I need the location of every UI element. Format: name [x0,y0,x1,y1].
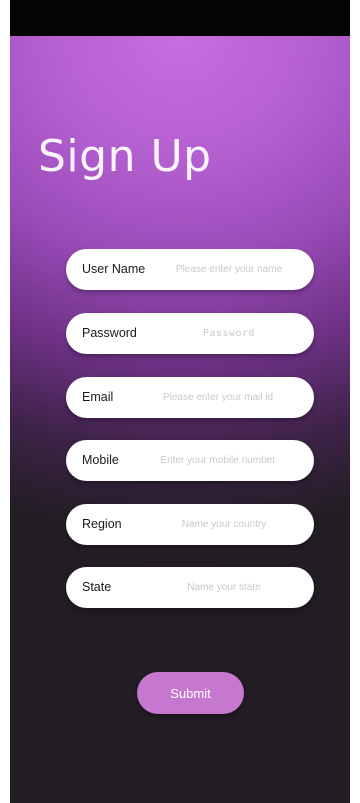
submit-button[interactable]: Submit [137,672,244,714]
user-name-field-container: User Name [66,249,314,290]
mobile-label: Mobile [82,453,119,467]
mobile-input[interactable] [134,440,302,481]
region-label: Region [82,517,122,531]
status-bar [10,0,350,36]
state-input[interactable] [146,567,302,608]
user-name-input[interactable] [156,249,302,290]
state-field-container: State [66,567,314,608]
email-input[interactable] [134,377,302,418]
signup-screen: Sign Up User Name Password Email Mobile … [10,36,350,803]
password-label: Password [82,326,137,340]
state-label: State [82,580,112,594]
password-field-container: Password [66,313,314,354]
region-field-container: Region [66,504,314,545]
mobile-field-container: Mobile [66,440,314,481]
email-field-container: Email [66,377,314,418]
region-input[interactable] [146,504,302,545]
password-input[interactable] [156,313,302,354]
user-name-label: User Name [82,262,146,276]
email-label: Email [82,390,114,404]
page-title: Sign Up [38,131,212,182]
